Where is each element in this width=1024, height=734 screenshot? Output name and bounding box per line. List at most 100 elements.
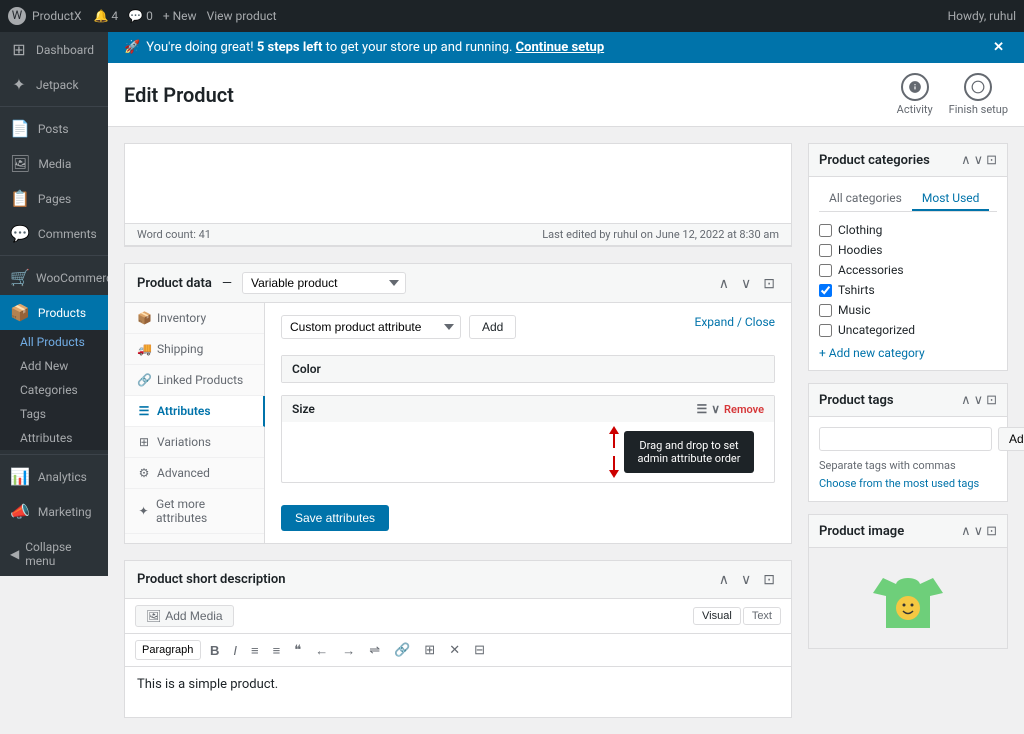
italic-button[interactable]: I	[228, 641, 242, 660]
add-media-button[interactable]: 🖼 Add Media	[135, 605, 234, 627]
collapse-up-button[interactable]: ∧	[715, 273, 733, 294]
cat-item-tshirts[interactable]: Tshirts	[819, 280, 997, 300]
posts-icon: 📄	[10, 119, 30, 138]
text-mode-button[interactable]: Text	[743, 607, 781, 625]
activity-button[interactable]: Activity	[897, 73, 933, 116]
short-desc-content[interactable]: This is a simple product.	[125, 667, 791, 717]
categories-up-button[interactable]: ∧	[961, 152, 971, 168]
jetpack-icon: ✦	[10, 75, 28, 94]
finish-setup-button[interactable]: Finish setup	[949, 73, 1008, 116]
expand-close-link[interactable]: Expand / Close	[695, 315, 775, 339]
cat-item-clothing[interactable]: Clothing	[819, 220, 997, 240]
align-justify-button[interactable]: ⇌	[364, 640, 385, 660]
attribute-type-select[interactable]: Custom product attribute Color Size	[281, 315, 461, 339]
all-categories-tab[interactable]: All categories	[819, 187, 912, 211]
most-used-tags-link[interactable]: Choose from the most used tags	[819, 477, 979, 490]
cat-checkbox-tshirts[interactable]	[819, 284, 832, 297]
sidebar-item-comments[interactable]: 💬 Comments	[0, 216, 108, 251]
cat-checkbox-clothing[interactable]	[819, 224, 832, 237]
align-right-button[interactable]: →	[337, 641, 360, 660]
align-left-button[interactable]: ←	[310, 641, 333, 660]
categories-header-actions: ∧ ∨ ⊡	[961, 152, 997, 168]
save-attributes-button[interactable]: Save attributes	[281, 505, 389, 531]
sidebar-item-woocommerce[interactable]: 🛒 WooCommerce	[0, 260, 108, 295]
notifications-count[interactable]: 🔔 4	[93, 9, 118, 23]
cat-checkbox-uncategorized[interactable]	[819, 324, 832, 337]
add-new-category-link[interactable]: + Add new category	[819, 346, 997, 360]
product-type-select[interactable]: Variable product Simple product Grouped …	[242, 272, 406, 294]
view-product-link[interactable]: View product	[207, 9, 277, 23]
tab-advanced[interactable]: ⚙ Advanced	[125, 458, 264, 489]
sidebar-item-products[interactable]: 📦 Products	[0, 295, 108, 330]
remove-attribute-link[interactable]: Remove	[724, 403, 764, 416]
banner-close-button[interactable]: ✕	[989, 40, 1008, 55]
submenu-all-products[interactable]: All Products	[0, 330, 108, 354]
cat-checkbox-music[interactable]	[819, 304, 832, 317]
short-desc-expand-button[interactable]: ⊡	[759, 569, 779, 590]
table-button[interactable]: ⊞	[419, 640, 440, 660]
tab-linked-products[interactable]: 🔗 Linked Products	[125, 365, 264, 396]
unordered-list-button[interactable]: ≡	[246, 641, 264, 660]
ordered-list-button[interactable]: ≡	[268, 641, 286, 660]
sidebar-item-dashboard[interactable]: ⊞ Dashboard	[0, 32, 108, 67]
add-tag-button[interactable]: Add	[998, 427, 1024, 451]
fullscreen-button[interactable]: ⊟	[469, 640, 490, 660]
product-editor: Word count: 41 Last edited by ruhul on J…	[124, 143, 792, 247]
tab-inventory[interactable]: 📦 Inventory	[125, 303, 264, 334]
tags-hint: Separate tags with commas	[819, 459, 997, 472]
cat-item-uncategorized[interactable]: Uncategorized	[819, 320, 997, 340]
most-used-tab[interactable]: Most Used	[912, 187, 990, 211]
tab-get-more[interactable]: ✦ Get more attributes	[125, 489, 264, 534]
short-desc-down-button[interactable]: ∨	[737, 569, 755, 590]
submenu-attributes[interactable]: Attributes	[0, 426, 108, 450]
submenu-add-new[interactable]: Add New	[0, 354, 108, 378]
sidebar-item-marketing[interactable]: 📣 Marketing	[0, 494, 108, 529]
visual-mode-button[interactable]: Visual	[693, 607, 741, 625]
cat-item-hoodies[interactable]: Hoodies	[819, 240, 997, 260]
comments-count[interactable]: 💬 0	[128, 9, 153, 23]
cat-checkbox-hoodies[interactable]	[819, 244, 832, 257]
short-desc-up-button[interactable]: ∧	[715, 569, 733, 590]
product-image-up-button[interactable]: ∧	[961, 523, 971, 539]
sidebar-item-media[interactable]: 🖼 Media	[0, 146, 108, 181]
categories-down-button[interactable]: ∨	[974, 152, 984, 168]
collapse-menu-button[interactable]: ◀ Collapse menu	[0, 532, 108, 576]
tab-shipping[interactable]: 🚚 Shipping	[125, 334, 264, 365]
tags-down-button[interactable]: ∨	[974, 392, 984, 408]
product-image-down-button[interactable]: ∨	[974, 523, 984, 539]
paragraph-select[interactable]: Paragraph Heading 1 Heading 2	[135, 640, 201, 660]
cat-item-music[interactable]: Music	[819, 300, 997, 320]
drag-handle-icon[interactable]: ☰	[696, 402, 707, 416]
attributes-tab-icon: ☰	[137, 404, 151, 418]
new-button[interactable]: + New	[163, 9, 197, 23]
cat-item-accessories[interactable]: Accessories	[819, 260, 997, 280]
expand-button[interactable]: ⊡	[759, 273, 779, 294]
collapse-down-button[interactable]: ∨	[737, 273, 755, 294]
tags-expand-button[interactable]: ⊡	[986, 392, 997, 408]
tags-input[interactable]	[819, 427, 992, 451]
sidebar-item-analytics[interactable]: 📊 Analytics	[0, 459, 108, 494]
submenu-categories[interactable]: Categories	[0, 378, 108, 402]
tags-up-button[interactable]: ∧	[961, 392, 971, 408]
tab-variations[interactable]: ⊞ Variations	[125, 427, 264, 458]
remove-format-button[interactable]: ✕	[444, 640, 465, 660]
link-button[interactable]: 🔗	[389, 640, 415, 660]
tab-attributes[interactable]: ☰ Attributes	[125, 396, 265, 427]
submenu-tags[interactable]: Tags	[0, 402, 108, 426]
add-attribute-button[interactable]: Add	[469, 315, 516, 339]
sidebar-item-pages[interactable]: 📋 Pages	[0, 181, 108, 216]
site-logo[interactable]: W ProductX	[8, 7, 81, 25]
continue-setup-link[interactable]: Continue setup	[516, 40, 604, 55]
site-name[interactable]: ProductX	[32, 9, 81, 23]
cat-checkbox-accessories[interactable]	[819, 264, 832, 277]
page-header: Edit Product Activity Finish setup	[108, 63, 1024, 127]
blockquote-button[interactable]: ❝	[289, 640, 306, 660]
categories-expand-button[interactable]: ⊡	[986, 152, 997, 168]
bold-button[interactable]: B	[205, 641, 224, 660]
product-image-expand-button[interactable]: ⊡	[986, 523, 997, 539]
product-image-container[interactable]	[809, 548, 1007, 648]
sidebar-item-jetpack[interactable]: ✦ Jetpack	[0, 67, 108, 102]
sidebar-item-posts[interactable]: 📄 Posts	[0, 111, 108, 146]
product-description-area[interactable]	[125, 144, 791, 224]
chevron-down-icon[interactable]: ∨	[711, 402, 720, 416]
